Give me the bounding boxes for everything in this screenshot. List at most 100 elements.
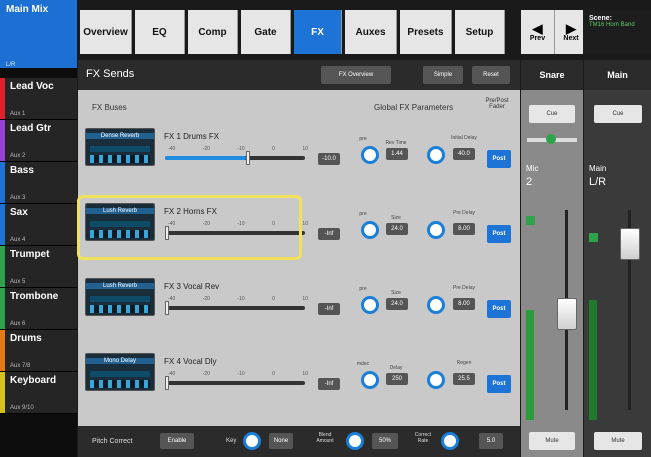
channel-aux: Aux 3: [10, 195, 26, 201]
tab-overview[interactable]: Overview: [80, 10, 132, 54]
param1-name: Size: [391, 290, 401, 296]
fx-send-fader-cap[interactable]: [165, 301, 169, 315]
channel-aux: Aux 4: [10, 237, 26, 243]
fx-preset-thumbnail[interactable]: Dense Reverb: [85, 128, 155, 166]
snare-fader[interactable]: [557, 298, 577, 330]
channel-color-bar: [0, 204, 5, 245]
fx-send-value: -Inf: [318, 378, 340, 390]
param2-value: 25.5: [453, 373, 475, 385]
scene-name: TM16 Horn Band: [589, 22, 635, 28]
fx-send-value: -Inf: [318, 303, 340, 315]
fx-send-fader[interactable]: [165, 151, 305, 165]
param2-knob[interactable]: [427, 371, 445, 389]
main-mix-sub: L/R: [6, 62, 16, 68]
tab-fx[interactable]: FX: [294, 10, 342, 54]
param2-value: 8.00: [453, 223, 475, 235]
fx-send-fader[interactable]: [165, 376, 305, 390]
tab-eq[interactable]: EQ: [135, 10, 185, 54]
param1-knob[interactable]: [361, 371, 379, 389]
blend-knob[interactable]: [346, 432, 364, 450]
fx-preset-name: Lush Reverb: [86, 283, 154, 289]
prev-button[interactable]: ◀ Prev: [521, 10, 554, 54]
channel-keyboard[interactable]: Keyboard Aux 9/10: [0, 372, 77, 414]
fader-tick: 10: [302, 296, 308, 302]
post-fader-button[interactable]: Post: [487, 225, 511, 243]
channel-trumpet[interactable]: Trumpet Aux 5: [0, 246, 77, 288]
fx-send-fader-cap[interactable]: [165, 376, 169, 390]
snare-title: Snare: [521, 60, 583, 90]
prev-label: Prev: [529, 35, 546, 42]
fx-send-fader[interactable]: [165, 301, 305, 315]
param1-knob[interactable]: [361, 296, 379, 314]
fx-send-fader-cap[interactable]: [246, 151, 251, 165]
key-knob[interactable]: [243, 432, 261, 450]
param2-value: 8.00: [453, 298, 475, 310]
fx-buses-label: FX Buses: [92, 103, 127, 112]
param2-knob[interactable]: [427, 221, 445, 239]
param1-unit: mdec: [356, 361, 370, 367]
main-ch-name: Main: [589, 164, 607, 173]
fader-scale: -40 -20 -10 0 10: [168, 146, 308, 152]
tab-gate[interactable]: Gate: [241, 10, 291, 54]
scene-display[interactable]: Scene: TM16 Horn Band: [583, 10, 651, 54]
fader-tick: 10: [302, 371, 308, 377]
channel-lead-voc[interactable]: Lead Voc Aux 1: [0, 78, 77, 120]
main-meter-led: [589, 233, 598, 242]
param2-knob[interactable]: [427, 296, 445, 314]
param2-knob[interactable]: [427, 146, 445, 164]
blend-label: Blend Amount: [316, 432, 334, 444]
tab-auxes[interactable]: Auxes: [345, 10, 397, 54]
param1-knob[interactable]: [361, 146, 379, 164]
main-mute-button[interactable]: Mute: [594, 432, 642, 450]
channel-trombone[interactable]: Trombone Aux 6: [0, 288, 77, 330]
snare-mute-button[interactable]: Mute: [529, 432, 575, 450]
fx-send-value: -Inf: [318, 228, 340, 240]
global-fx-label: Global FX Parameters: [374, 103, 454, 112]
fx-overview-button[interactable]: FX Overview: [321, 66, 391, 84]
channel-name: Trumpet: [10, 249, 50, 260]
main-cue-button[interactable]: Cue: [594, 105, 642, 123]
main-fader[interactable]: [620, 228, 640, 260]
fx-bus-row: Lush Reverb FX 3 Vocal Rev -40 -20 -10 0 10 …: [78, 270, 520, 331]
channel-aux: Aux 6: [10, 321, 26, 327]
channel-aux: Aux 5: [10, 279, 26, 285]
blend-value: 50%: [372, 433, 398, 449]
snare-meter-led: [526, 216, 535, 225]
channel-sax[interactable]: Sax Aux 4: [0, 204, 77, 246]
snare-cue-button[interactable]: Cue: [529, 105, 575, 123]
main-mix-button[interactable]: Main Mix L/R: [0, 0, 77, 68]
channel-name: Sax: [10, 207, 28, 218]
param1-value: 24.0: [386, 298, 408, 310]
simple-button[interactable]: Simple: [423, 66, 463, 84]
fx-preset-thumbnail[interactable]: Lush Reverb: [85, 278, 155, 316]
channel-color-bar: [0, 246, 5, 287]
channel-drums[interactable]: Drums Aux 7/8: [0, 330, 77, 372]
post-fader-button[interactable]: Post: [487, 300, 511, 318]
fx-bus-row: Dense Reverb FX 1 Drums FX -40 -20 -10 0 10 …: [78, 120, 520, 181]
main-title: Main: [584, 60, 651, 90]
post-fader-button[interactable]: Post: [487, 375, 511, 393]
channel-aux: Aux 2: [10, 153, 26, 159]
channel-bass[interactable]: Bass Aux 3: [0, 162, 77, 204]
param1-knob[interactable]: [361, 221, 379, 239]
tab-setup[interactable]: Setup: [455, 10, 505, 54]
fx-send-fill: [165, 156, 247, 160]
channel-lead-gtr[interactable]: Lead Gtr Aux 2: [0, 120, 77, 162]
preset-display-bar: [90, 296, 150, 302]
pitch-enable-button[interactable]: Enable: [160, 433, 194, 449]
fx-preset-thumbnail[interactable]: Mono Delay: [85, 353, 155, 391]
fx-bus-name: FX 4 Vocal Dly: [164, 357, 217, 366]
channel-aux: Aux 7/8: [10, 363, 31, 369]
channel-color-bar: [0, 330, 5, 371]
fader-tick: -40: [168, 146, 176, 152]
tab-comp[interactable]: Comp: [188, 10, 238, 54]
channel-name: Trombone: [10, 291, 59, 302]
tab-presets[interactable]: Presets: [400, 10, 452, 54]
reset-button[interactable]: Reset: [472, 66, 510, 84]
param2-value: 40.0: [453, 148, 475, 160]
param2-name: Pre Delay: [453, 285, 475, 291]
key-label: Key: [226, 438, 237, 444]
post-fader-button[interactable]: Post: [487, 150, 511, 168]
fader-tick: -10: [237, 146, 245, 152]
correct-rate-knob[interactable]: [441, 432, 459, 450]
